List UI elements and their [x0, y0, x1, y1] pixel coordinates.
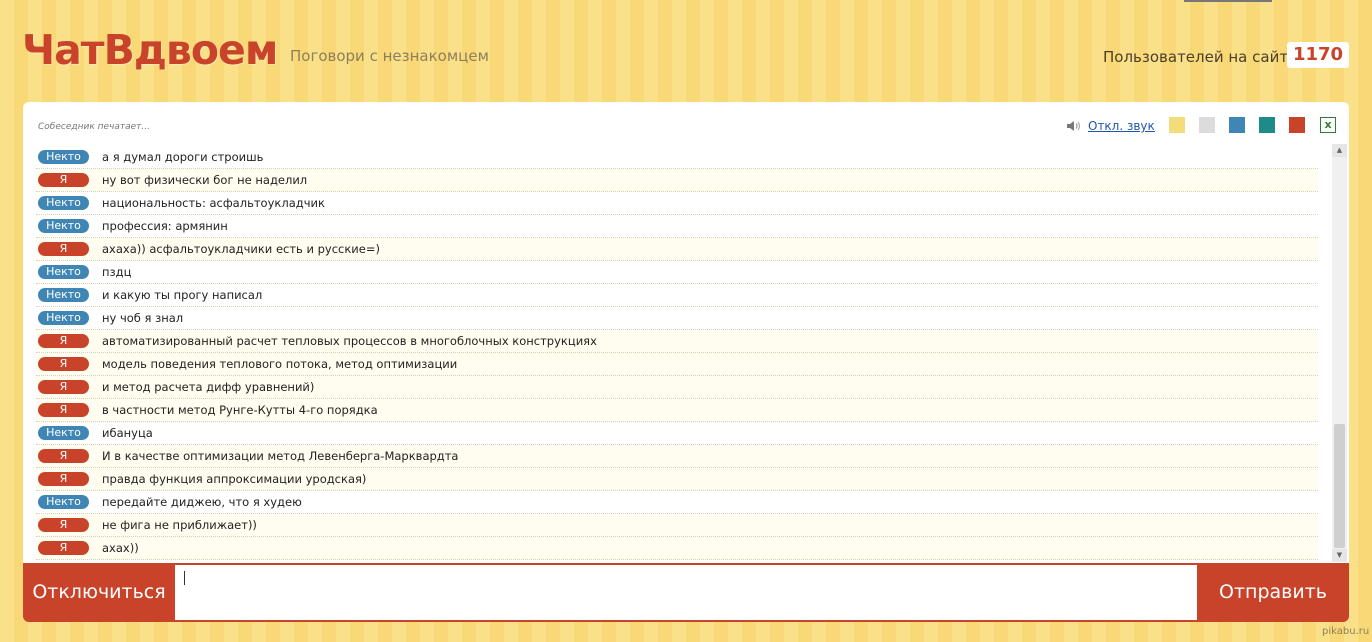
typing-status: Собеседник печатает...: [38, 122, 150, 132]
send-button[interactable]: Отправить: [1197, 563, 1349, 622]
message-row: Яне фига не приближает)): [36, 514, 1318, 537]
disconnect-button[interactable]: Отключиться: [23, 563, 175, 622]
message-text: ну чоб я знал: [102, 311, 184, 325]
self-badge: Я: [38, 541, 89, 555]
self-badge: Я: [38, 357, 89, 371]
message-text: и какую ты прогу написал: [102, 288, 263, 302]
theme-swatch-yellow[interactable]: [1169, 117, 1185, 133]
message-row: Яахаха)) асфальтоукладчики есть и русски…: [36, 238, 1318, 261]
message-text: в частности метод Рунге-Кутты 4-го поряд…: [102, 403, 378, 417]
theme-swatch-blue[interactable]: [1229, 117, 1245, 133]
self-badge: Я: [38, 334, 89, 348]
scroll-up-arrow-icon[interactable]: ▲: [1332, 144, 1347, 157]
message-row: Некто пздц: [36, 261, 1318, 284]
message-text: профессия: армянин: [102, 219, 228, 233]
mute-sound-link[interactable]: Откл. звук: [1088, 119, 1155, 133]
message-row: Я И в качестве оптимизации метод Левенбер…: [36, 445, 1318, 468]
self-badge: Я: [38, 380, 89, 394]
message-text: передайте диджею, что я худею: [102, 495, 302, 509]
message-row: Некто а я думал дороги строишь: [36, 146, 1318, 169]
message-text: автоматизированный расчет тепловых проце…: [102, 334, 597, 348]
message-text: ну вот физически бог не наделил: [102, 173, 308, 187]
message-text: пздц: [102, 265, 132, 279]
message-row: Яв частности метод Рунге-Кутты 4-го поря…: [36, 399, 1318, 422]
self-badge: Я: [38, 403, 89, 417]
chat-scrollbar[interactable]: ▲ ▼: [1332, 144, 1347, 562]
self-badge: Я: [38, 518, 89, 532]
scroll-down-arrow-icon[interactable]: ▼: [1332, 549, 1347, 562]
stranger-badge: Некто: [38, 426, 89, 440]
message-row: Яахах)): [36, 537, 1318, 560]
message-row: Некто национальность: асфальтоукладчик: [36, 192, 1318, 215]
message-text: ибануца: [102, 426, 153, 440]
self-badge: Я: [38, 472, 89, 486]
message-row: Некто ибануца: [36, 422, 1318, 445]
message-text: национальность: асфальтоукладчик: [102, 196, 325, 210]
stranger-badge: Некто: [38, 288, 89, 302]
message-row: Яправда функция аппроксимации уродская): [36, 468, 1318, 491]
message-text: правда функция аппроксимации уродская): [102, 472, 367, 486]
message-row: Ямодель поведения теплового потока, мето…: [36, 353, 1318, 376]
message-input[interactable]: [175, 565, 1197, 620]
theme-swatch-red[interactable]: [1289, 117, 1305, 133]
message-row: Некто передайте диджею, что я худею: [36, 491, 1318, 514]
message-text: не фига не приближает)): [102, 518, 257, 532]
theme-swatch-gray[interactable]: [1199, 117, 1215, 133]
self-badge: Я: [38, 449, 89, 463]
text-cursor: [184, 571, 185, 585]
speaker-icon[interactable]: [1066, 120, 1083, 132]
message-list: Некто а я думал дороги строишь Яну вот физ…: [36, 146, 1318, 560]
message-text: и метод расчета дифф уравнений): [102, 380, 315, 394]
stranger-badge: Некто: [38, 196, 89, 210]
message-text: ахаха)) асфальтоукладчики есть и русские…: [102, 242, 380, 256]
stranger-badge: Некто: [38, 150, 89, 164]
site-tagline: Поговори с незнакомцем: [290, 47, 489, 65]
message-text: а я думал дороги строишь: [102, 150, 264, 164]
message-row: Яавтоматизированный расчет тепловых проц…: [36, 330, 1318, 353]
self-badge: Я: [38, 173, 89, 187]
message-row: Некто и какую ты прогу написал: [36, 284, 1318, 307]
scroll-thumb[interactable]: [1334, 424, 1345, 548]
self-badge: Я: [38, 242, 89, 256]
stranger-badge: Некто: [38, 495, 89, 509]
excel-export-icon[interactable]: x: [1320, 117, 1336, 133]
message-row: Яну вот физически бог не наделил: [36, 169, 1318, 192]
message-text: ахах)): [102, 541, 139, 555]
watermark: pikabu.ru: [1322, 626, 1370, 637]
message-text: И в качестве оптимизации метод Левенберг…: [102, 449, 459, 463]
stranger-badge: Некто: [38, 311, 89, 325]
users-online-label: Пользователей на сайте: [1103, 48, 1298, 66]
theme-swatch-teal[interactable]: [1259, 117, 1275, 133]
users-online-count: 1170: [1287, 42, 1349, 68]
top-edge-line: [1184, 0, 1272, 2]
message-row: Яи метод расчета дифф уравнений): [36, 376, 1318, 399]
message-text: модель поведения теплового потока, метод…: [102, 357, 458, 371]
stranger-badge: Некто: [38, 265, 89, 279]
site-logo[interactable]: ЧатВдвоем: [22, 26, 278, 74]
stranger-badge: Некто: [38, 219, 89, 233]
message-row: Некто ну чоб я знал: [36, 307, 1318, 330]
message-row: Некто профессия: армянин: [36, 215, 1318, 238]
